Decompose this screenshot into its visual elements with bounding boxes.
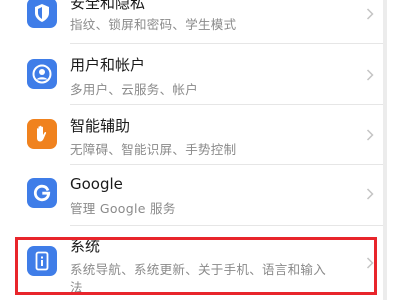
settings-item-title: 安全和隐私: [70, 0, 146, 12]
settings-item-title: 智能辅助: [70, 117, 131, 135]
phone-info-icon: [27, 246, 57, 276]
settings-item-subtitle: 指纹、锁屏和密码、学生模式: [70, 17, 237, 32]
settings-item-subtitle-continued: 法: [70, 280, 83, 295]
settings-item-title: 系统: [70, 237, 101, 255]
settings-item-system[interactable]: 系统 系统导航、系统更新、关于手机、语言和输入 法: [0, 226, 383, 300]
user-icon: [27, 59, 57, 89]
divider: [70, 43, 383, 44]
settings-item-subtitle: 系统导航、系统更新、关于手机、语言和输入: [70, 262, 327, 277]
scrollbar-track[interactable]: [383, 0, 387, 300]
hand-icon: [27, 119, 57, 149]
settings-item-title: 用户和帐户: [70, 56, 146, 74]
settings-item-subtitle: 管理 Google 服务: [70, 201, 176, 216]
chevron-right-icon: [366, 69, 374, 81]
settings-item-users[interactable]: 用户和帐户 多用户、云服务、帐户: [0, 45, 383, 105]
chevron-right-icon: [366, 8, 374, 20]
chevron-right-icon: [366, 188, 374, 200]
settings-item-title: Google: [70, 175, 123, 193]
google-icon: [27, 178, 57, 208]
chevron-right-icon: [366, 257, 374, 269]
chevron-right-icon: [366, 129, 374, 141]
settings-item-subtitle: 无障碍、智能识屏、手势控制: [70, 142, 237, 157]
settings-screen: 安全和隐私 指纹、锁屏和密码、学生模式 用户和帐户 多用户、云服务、帐户 智能辅: [0, 0, 400, 300]
settings-item-google[interactable]: Google 管理 Google 服务: [0, 165, 383, 225]
shield-icon: [27, 0, 57, 28]
settings-item-subtitle: 多用户、云服务、帐户: [70, 82, 199, 97]
settings-item-smart-assist[interactable]: 智能辅助 无障碍、智能识屏、手势控制: [0, 105, 383, 165]
